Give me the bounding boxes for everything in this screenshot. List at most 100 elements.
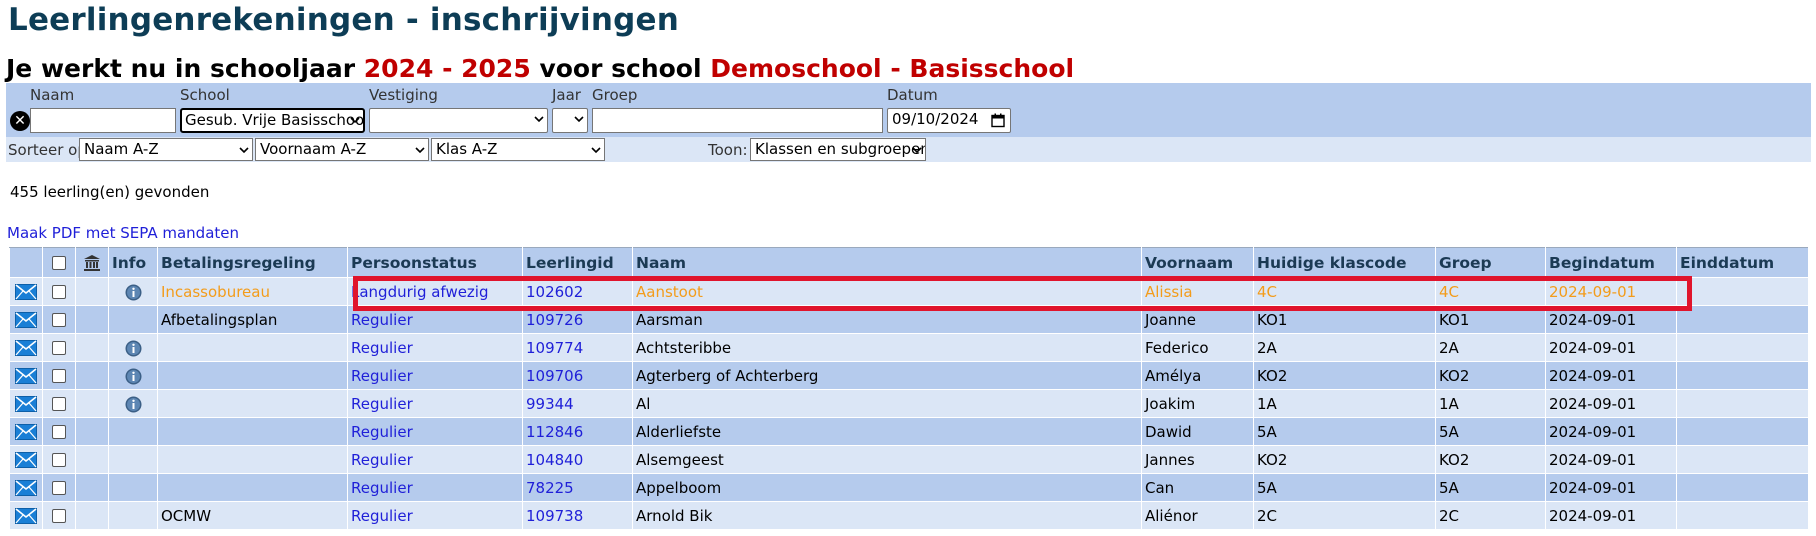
mail-cell[interactable] bbox=[9, 361, 43, 390]
table-row[interactable]: Incassobureau Langdurig afwezig 102602 Aans… bbox=[9, 277, 1809, 306]
header-klascode[interactable]: Huidige klascode bbox=[1253, 247, 1436, 278]
mail-cell[interactable] bbox=[9, 473, 43, 502]
bank-cell bbox=[75, 417, 109, 446]
cell-persoonstatus[interactable]: Regulier bbox=[347, 305, 523, 334]
name-filter-input[interactable] bbox=[30, 108, 176, 133]
info-cell[interactable] bbox=[108, 277, 158, 306]
header-info[interactable]: Info bbox=[108, 247, 158, 278]
row-checkbox[interactable] bbox=[52, 369, 66, 383]
table-row[interactable]: Regulier 109774 Achtsteribbe Federico 2A 2A 20… bbox=[9, 333, 1809, 362]
cell-persoonstatus[interactable]: Langdurig afwezig bbox=[347, 277, 523, 306]
cell-leerlingid[interactable]: 109774 bbox=[522, 333, 633, 362]
cell-leerlingid[interactable]: 104840 bbox=[522, 445, 633, 474]
info-cell[interactable] bbox=[108, 333, 158, 362]
sort-select-2[interactable]: Voornaam A-Z bbox=[255, 138, 429, 161]
row-checkbox[interactable] bbox=[52, 285, 66, 299]
cell-leerlingid[interactable]: 109706 bbox=[522, 361, 633, 390]
cell-naam: Alsemgeest bbox=[632, 445, 1142, 474]
cell-persoonstatus[interactable]: Regulier bbox=[347, 417, 523, 446]
header-naam[interactable]: Naam bbox=[632, 247, 1142, 278]
calendar-icon[interactable] bbox=[991, 113, 1005, 128]
cell-leerlingid[interactable]: 112846 bbox=[522, 417, 633, 446]
select-cell[interactable] bbox=[42, 333, 76, 362]
header-leerlingid[interactable]: Leerlingid bbox=[522, 247, 633, 278]
row-checkbox[interactable] bbox=[52, 397, 66, 411]
table-row[interactable]: OCMW Regulier 109738 Arnold Bik Aliénor 2C 2C 2… bbox=[9, 501, 1809, 530]
info-icon[interactable] bbox=[125, 340, 142, 357]
header-select-all[interactable] bbox=[42, 247, 76, 278]
envelope-icon[interactable] bbox=[15, 480, 37, 496]
row-checkbox[interactable] bbox=[52, 341, 66, 355]
vestiging-filter-select[interactable] bbox=[369, 108, 548, 133]
table-row[interactable]: Regulier 78225 Appelboom Can 5A 5A 2024-09-01 bbox=[9, 473, 1809, 502]
envelope-icon[interactable] bbox=[15, 424, 37, 440]
cell-persoonstatus[interactable]: Regulier bbox=[347, 389, 523, 418]
cell-leerlingid[interactable]: 109738 bbox=[522, 501, 633, 530]
mail-cell[interactable] bbox=[9, 501, 43, 530]
envelope-icon[interactable] bbox=[15, 368, 37, 384]
select-cell[interactable] bbox=[42, 417, 76, 446]
table-row[interactable]: Afbetalingsplan Regulier 109726 Aarsman Joan… bbox=[9, 305, 1809, 334]
header-persoonstatus[interactable]: Persoonstatus bbox=[347, 247, 523, 278]
cell-leerlingid[interactable]: 99344 bbox=[522, 389, 633, 418]
table-row[interactable]: Regulier 112846 Alderliefste Dawid 5A 5A 2024-… bbox=[9, 417, 1809, 446]
show-select[interactable]: Klassen en subgroepen bbox=[750, 138, 926, 161]
select-cell[interactable] bbox=[42, 473, 76, 502]
header-betalingsregeling[interactable]: Betalingsregeling bbox=[157, 247, 348, 278]
cell-persoonstatus[interactable]: Regulier bbox=[347, 445, 523, 474]
row-checkbox[interactable] bbox=[52, 425, 66, 439]
cell-leerlingid[interactable]: 78225 bbox=[522, 473, 633, 502]
select-cell[interactable] bbox=[42, 277, 76, 306]
info-icon[interactable] bbox=[125, 284, 142, 301]
select-cell[interactable] bbox=[42, 305, 76, 334]
envelope-icon[interactable] bbox=[15, 312, 37, 328]
jaar-filter-select[interactable] bbox=[552, 108, 588, 133]
cell-leerlingid[interactable]: 109726 bbox=[522, 305, 633, 334]
header-einddatum[interactable]: Einddatum bbox=[1676, 247, 1809, 278]
envelope-icon[interactable] bbox=[15, 340, 37, 356]
mail-cell[interactable] bbox=[9, 445, 43, 474]
mail-cell[interactable] bbox=[9, 277, 43, 306]
select-cell[interactable] bbox=[42, 389, 76, 418]
row-checkbox[interactable] bbox=[52, 313, 66, 327]
header-begindatum[interactable]: Begindatum bbox=[1545, 247, 1677, 278]
row-checkbox[interactable] bbox=[52, 481, 66, 495]
mail-cell[interactable] bbox=[9, 389, 43, 418]
header-groep[interactable]: Groep bbox=[1435, 247, 1546, 278]
cell-persoonstatus[interactable]: Regulier bbox=[347, 501, 523, 530]
sepa-pdf-link[interactable]: Maak PDF met SEPA mandaten bbox=[7, 224, 239, 242]
mail-cell[interactable] bbox=[9, 333, 43, 362]
select-cell[interactable] bbox=[42, 361, 76, 390]
datum-filter-input[interactable]: 09/10/2024 bbox=[887, 108, 1011, 133]
info-icon[interactable] bbox=[125, 368, 142, 385]
table-row[interactable]: Regulier 99344 Al Joakim 1A 1A 2024-09-01 bbox=[9, 389, 1809, 418]
select-cell[interactable] bbox=[42, 501, 76, 530]
cell-persoonstatus[interactable]: Regulier bbox=[347, 333, 523, 362]
sort-select-1[interactable]: Naam A-Z bbox=[79, 138, 253, 161]
table-row[interactable]: Regulier 104840 Alsemgeest Jannes KO2 KO2 2024… bbox=[9, 445, 1809, 474]
mail-cell[interactable] bbox=[9, 417, 43, 446]
cell-persoonstatus[interactable]: Regulier bbox=[347, 361, 523, 390]
mail-cell[interactable] bbox=[9, 305, 43, 334]
row-checkbox[interactable] bbox=[52, 453, 66, 467]
school-filter-select[interactable]: Gesub. Vrije Basisschool bbox=[180, 108, 365, 133]
cell-groep: KO1 bbox=[1435, 305, 1546, 334]
clear-filters-icon[interactable]: ✕ bbox=[10, 111, 30, 131]
cell-persoonstatus[interactable]: Regulier bbox=[347, 473, 523, 502]
year-prefix: Je werkt nu in schooljaar bbox=[6, 54, 356, 83]
table-row[interactable]: Regulier 109706 Agterberg of Achterberg Amé… bbox=[9, 361, 1809, 390]
row-checkbox[interactable] bbox=[52, 509, 66, 523]
info-cell[interactable] bbox=[108, 361, 158, 390]
envelope-icon[interactable] bbox=[15, 396, 37, 412]
info-icon[interactable] bbox=[125, 396, 142, 413]
sort-select-3[interactable]: Klas A-Z bbox=[431, 138, 605, 161]
info-cell[interactable] bbox=[108, 389, 158, 418]
envelope-icon[interactable] bbox=[15, 452, 37, 468]
envelope-icon[interactable] bbox=[15, 284, 37, 300]
envelope-icon[interactable] bbox=[15, 508, 37, 524]
header-voornaam[interactable]: Voornaam bbox=[1141, 247, 1254, 278]
groep-filter-input[interactable] bbox=[592, 108, 883, 133]
select-cell[interactable] bbox=[42, 445, 76, 474]
select-all-checkbox[interactable] bbox=[52, 256, 66, 270]
cell-leerlingid[interactable]: 102602 bbox=[522, 277, 633, 306]
